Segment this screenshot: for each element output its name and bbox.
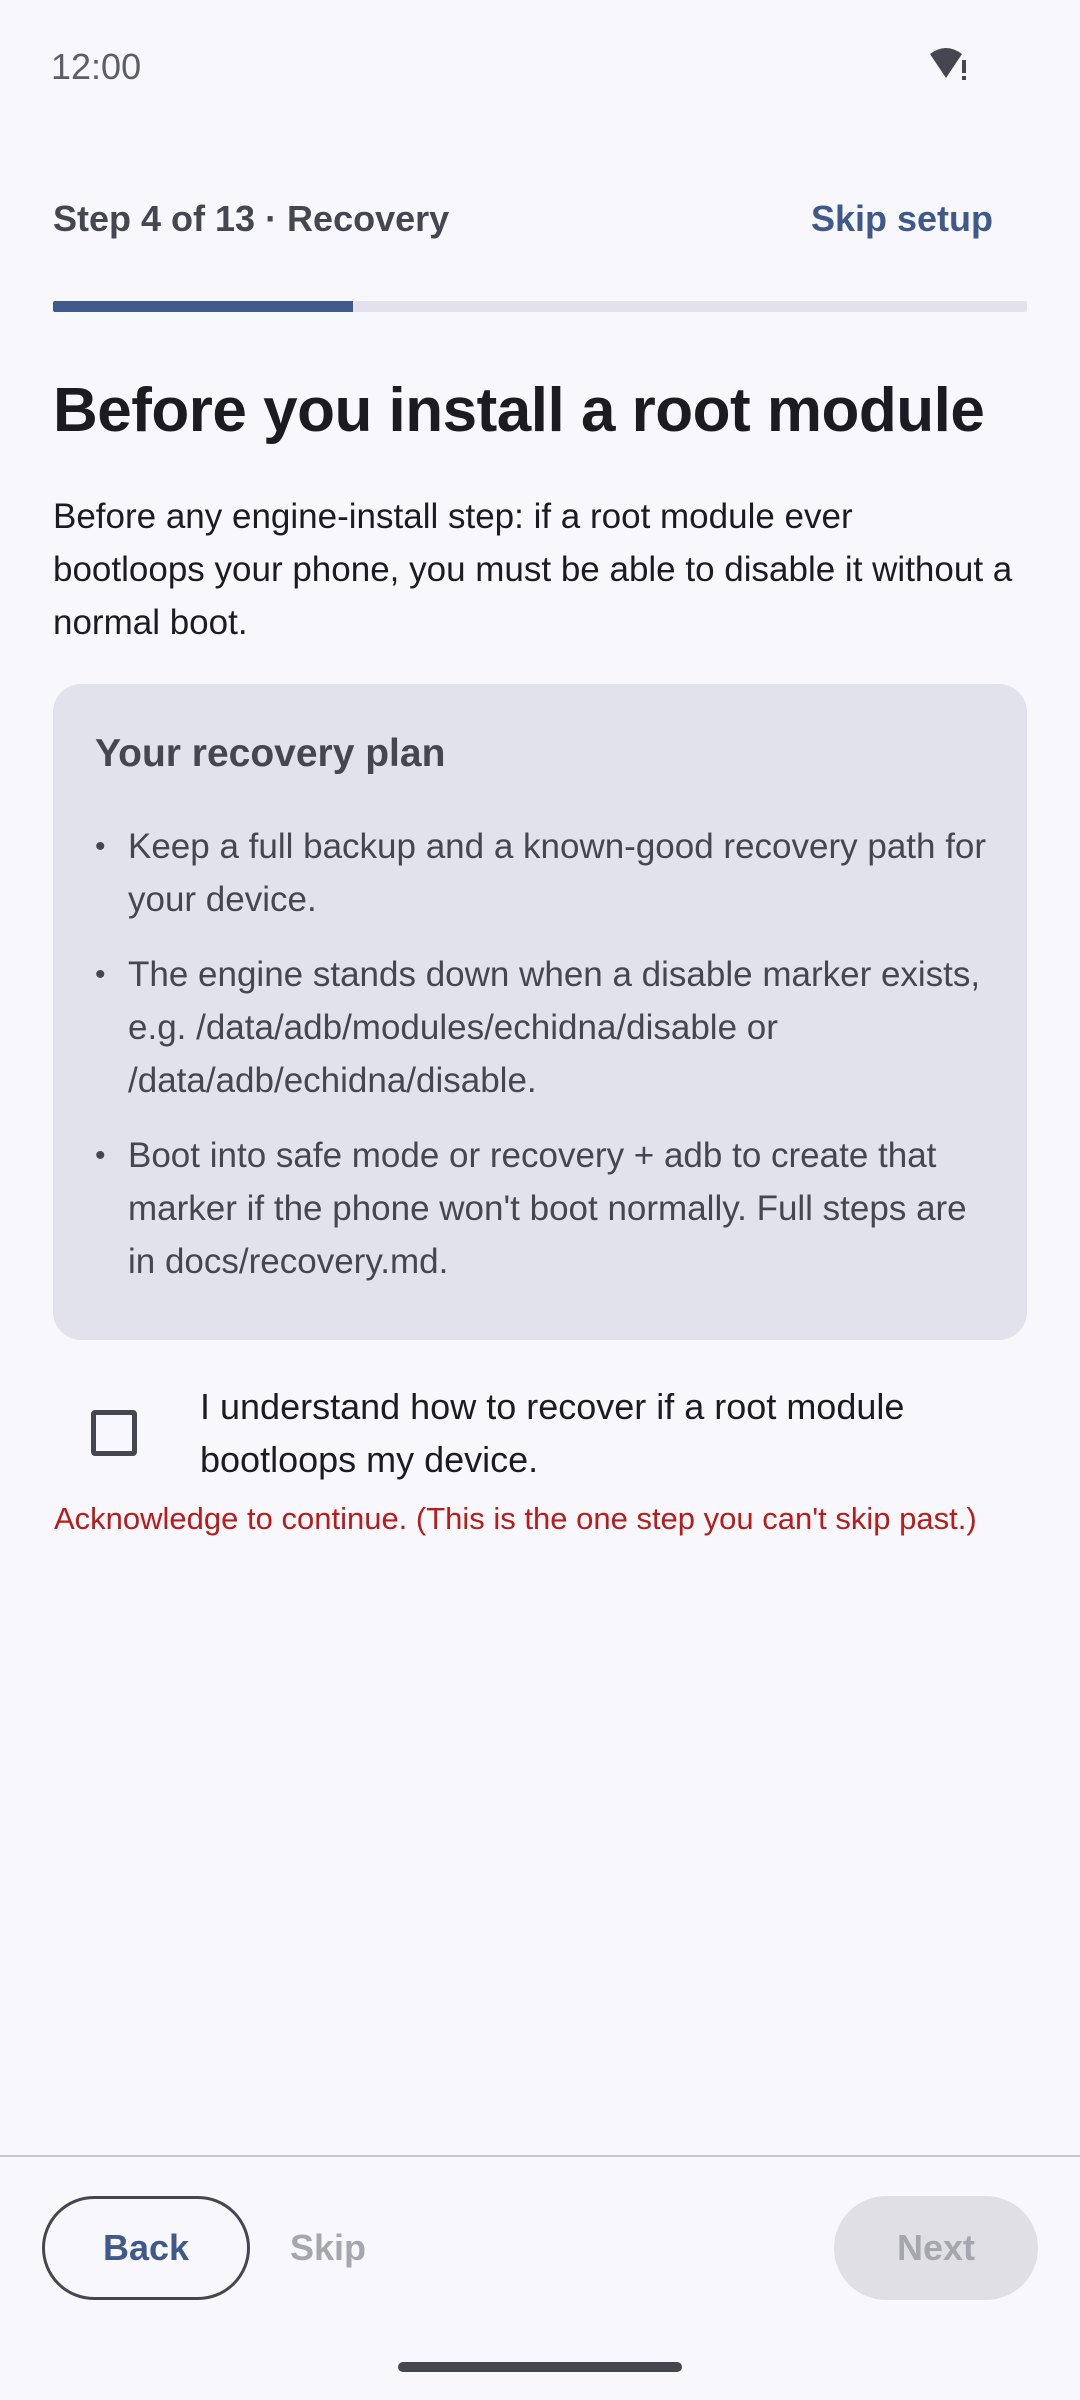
recovery-plan-card: Your recovery plan • Keep a full backup … xyxy=(53,684,1027,1340)
card-title: Your recovery plan xyxy=(95,732,446,775)
bullet-icon: • xyxy=(95,830,106,863)
setup-progress-bar xyxy=(53,301,1027,312)
list-item-text: The engine stands down when a disable ma… xyxy=(128,955,981,1100)
list-item-text: Boot into safe mode or recovery + adb to… xyxy=(128,1136,967,1281)
setup-progress-fill xyxy=(53,301,353,312)
list-item: • Keep a full backup and a known-good re… xyxy=(95,820,1000,926)
list-item-text: Keep a full backup and a known-good reco… xyxy=(128,827,987,919)
step-indicator: Step 4 of 13 · Recovery xyxy=(53,198,450,239)
acknowledge-row[interactable]: I understand how to recover if a root mo… xyxy=(53,1380,1027,1490)
status-bar: 12:00 xyxy=(0,0,1080,130)
recovery-steps-list: • Keep a full backup and a known-good re… xyxy=(95,820,1000,1310)
list-item: • Boot into safe mode or recovery + adb … xyxy=(95,1129,1000,1288)
bullet-icon: • xyxy=(95,1139,106,1172)
next-button[interactable]: Next xyxy=(834,2196,1038,2300)
acknowledge-label[interactable]: I understand how to recover if a root mo… xyxy=(200,1380,1000,1486)
intro-text: Before any engine-install step: if a roo… xyxy=(53,497,1013,642)
acknowledge-error: Acknowledge to continue. (This is the on… xyxy=(54,1501,977,1536)
skip-setup-button[interactable]: Skip setup xyxy=(811,198,993,240)
acknowledge-checkbox[interactable] xyxy=(91,1410,137,1456)
back-button[interactable]: Back xyxy=(42,2196,250,2300)
status-time: 12:00 xyxy=(51,46,142,87)
list-item: • The engine stands down when a disable … xyxy=(95,948,1000,1107)
bullet-icon: • xyxy=(95,958,106,991)
home-indicator[interactable] xyxy=(398,2362,682,2372)
footer-divider xyxy=(0,2155,1080,2157)
page-title: Before you install a root module xyxy=(53,376,985,445)
wifi-alert-icon xyxy=(928,44,972,84)
skip-button[interactable]: Skip xyxy=(290,2196,366,2300)
setup-screen: 12:00 Step 4 of 13 · Recovery Skip setup… xyxy=(0,0,1080,2400)
